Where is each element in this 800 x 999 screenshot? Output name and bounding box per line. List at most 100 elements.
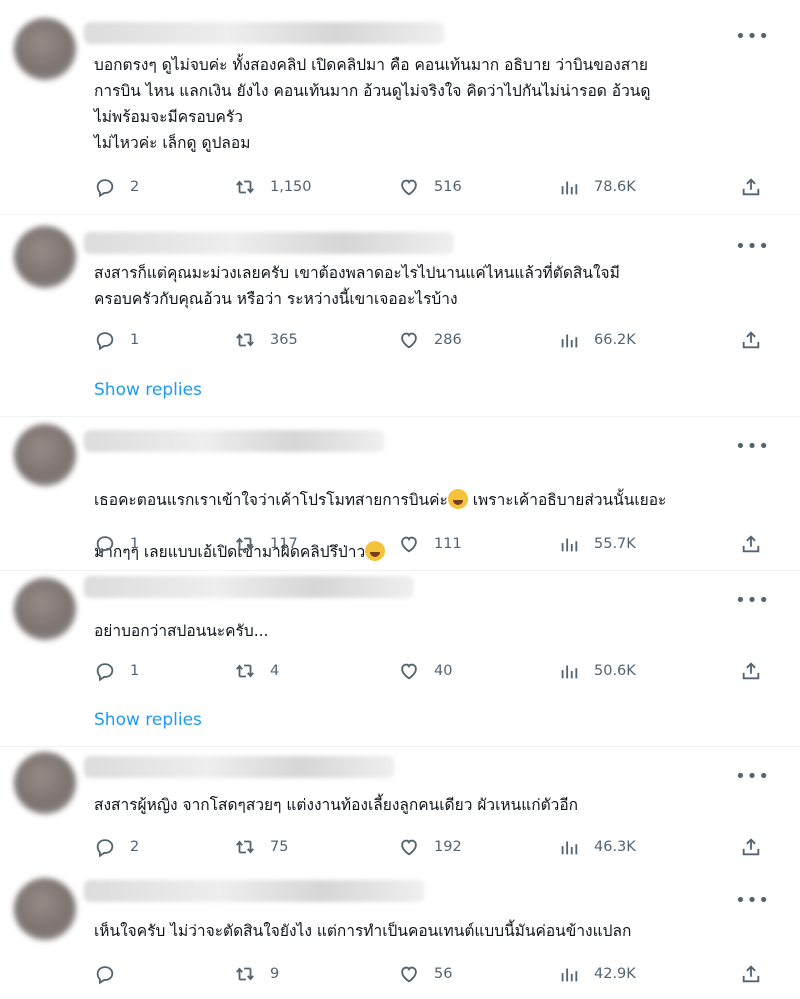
divider <box>0 746 800 747</box>
tweet-text-line: เพราะเค้าอธิบายส่วนนั้นเยอะ <box>467 491 667 509</box>
avatar[interactable] <box>14 578 76 640</box>
heart-icon <box>401 332 417 349</box>
like-count: 111 <box>434 536 462 552</box>
share-icon <box>742 535 760 553</box>
show-replies-link[interactable]: Show replies <box>94 380 202 400</box>
tweet-text: สงสารก็แต่คุณมะม่วงเลยครับ เขาต้องพลาดอะ… <box>94 264 620 308</box>
tweet-actions: 1 365 286 66.2K <box>94 328 774 352</box>
avatar[interactable] <box>14 424 76 486</box>
heart-icon <box>401 179 417 196</box>
retweet-button[interactable]: 4 <box>234 659 279 683</box>
avatar[interactable] <box>14 878 76 940</box>
share-button[interactable] <box>740 532 762 556</box>
heart-icon <box>401 663 417 680</box>
views-icon <box>561 538 578 552</box>
blurred-username <box>84 232 454 254</box>
reply-icon <box>96 839 114 858</box>
like-button[interactable]: 516 <box>398 175 462 199</box>
more-icon[interactable]: ••• <box>735 768 770 786</box>
divider <box>0 214 800 215</box>
views-button[interactable]: 66.2K <box>558 328 636 352</box>
show-replies-link[interactable]: Show replies <box>94 710 202 730</box>
reply-icon <box>96 179 114 198</box>
views-button[interactable]: 50.6K <box>558 659 636 683</box>
like-count: 192 <box>434 839 462 855</box>
share-button[interactable] <box>740 962 762 986</box>
views-icon <box>561 968 578 982</box>
blurred-username <box>84 880 424 902</box>
like-count: 40 <box>434 663 453 679</box>
more-icon[interactable]: ••• <box>735 892 770 910</box>
views-count: 55.7K <box>594 536 636 552</box>
share-icon <box>742 331 760 349</box>
tweet-text-line: เธอคะตอนแรกเราเข้าใจว่าเค้าโปรโมทสายการบ… <box>94 491 448 509</box>
reply-button[interactable]: 1 <box>94 532 139 556</box>
like-button[interactable]: 40 <box>398 659 452 683</box>
blurred-username <box>84 430 384 452</box>
retweet-button[interactable]: 117 <box>234 532 298 556</box>
heart-icon <box>401 536 417 553</box>
tweet-actions: 2 75 192 46.3K <box>94 835 774 859</box>
retweet-icon <box>236 840 254 854</box>
views-button[interactable]: 78.6K <box>558 175 636 199</box>
avatar[interactable] <box>14 226 76 288</box>
tweet-actions: 9 56 42.9K <box>94 962 774 986</box>
like-button[interactable]: 56 <box>398 962 452 986</box>
like-button[interactable]: 111 <box>398 532 462 556</box>
retweet-icon <box>236 537 254 551</box>
retweet-icon <box>236 180 254 194</box>
views-button[interactable]: 46.3K <box>558 835 636 859</box>
avatar[interactable] <box>14 752 76 814</box>
retweet-icon <box>236 333 254 347</box>
share-button[interactable] <box>740 659 762 683</box>
retweet-icon <box>236 967 254 981</box>
tweet-text: บอกตรงๆ ดูไม่จบค่ะ ทั้งสองคลิป เปิดคลิปม… <box>94 56 651 152</box>
more-icon[interactable]: ••• <box>735 28 770 46</box>
more-icon[interactable]: ••• <box>735 238 770 256</box>
views-count: 42.9K <box>594 966 636 982</box>
more-icon[interactable]: ••• <box>735 592 770 610</box>
share-button[interactable] <box>740 835 762 859</box>
retweet-button[interactable]: 365 <box>234 328 298 352</box>
reply-button[interactable]: 1 <box>94 659 139 683</box>
retweet-count: 4 <box>270 663 280 679</box>
views-button[interactable]: 42.9K <box>558 962 636 986</box>
reply-button[interactable]: 2 <box>94 835 139 859</box>
retweet-count: 117 <box>270 536 298 552</box>
like-button[interactable]: 192 <box>398 835 462 859</box>
views-icon <box>561 665 578 679</box>
reply-button[interactable]: 2 <box>94 175 139 199</box>
retweet-count: 1,150 <box>270 179 312 195</box>
retweet-button[interactable]: 1,150 <box>234 175 312 199</box>
views-icon <box>561 841 578 855</box>
share-icon <box>742 838 760 856</box>
more-icon[interactable]: ••• <box>735 438 770 456</box>
tweet-text: อย่าบอกว่าสปอนนะครับ... <box>94 622 269 640</box>
reply-icon <box>96 663 114 682</box>
retweet-count: 365 <box>270 332 298 348</box>
tweet-text: เห็นใจครับ ไม่ว่าจะตัดสินใจยังไง แต่การท… <box>94 922 632 940</box>
views-icon <box>561 181 578 195</box>
replies-feed: ••• บอกตรงๆ ดูไม่จบค่ะ ทั้งสองคลิป เปิดค… <box>0 0 800 999</box>
reply-count: 2 <box>130 839 140 855</box>
like-count: 516 <box>434 179 462 195</box>
reply-count: 1 <box>130 536 140 552</box>
views-count: 78.6K <box>594 179 636 195</box>
reply-count: 2 <box>130 179 140 195</box>
avatar[interactable] <box>14 18 76 80</box>
share-button[interactable] <box>740 328 762 352</box>
reply-icon <box>96 966 114 985</box>
like-button[interactable]: 286 <box>398 328 462 352</box>
share-button[interactable] <box>740 175 762 199</box>
like-count: 286 <box>434 332 462 348</box>
reply-button[interactable] <box>94 962 130 986</box>
retweet-count: 9 <box>270 966 280 982</box>
reply-icon <box>96 332 114 351</box>
heart-icon <box>401 839 417 856</box>
blurred-username <box>84 576 414 598</box>
retweet-button[interactable]: 9 <box>234 962 279 986</box>
views-button[interactable]: 55.7K <box>558 532 636 556</box>
tweet-actions: 1 4 40 50.6K <box>94 659 774 683</box>
reply-button[interactable]: 1 <box>94 328 139 352</box>
retweet-button[interactable]: 75 <box>234 835 288 859</box>
